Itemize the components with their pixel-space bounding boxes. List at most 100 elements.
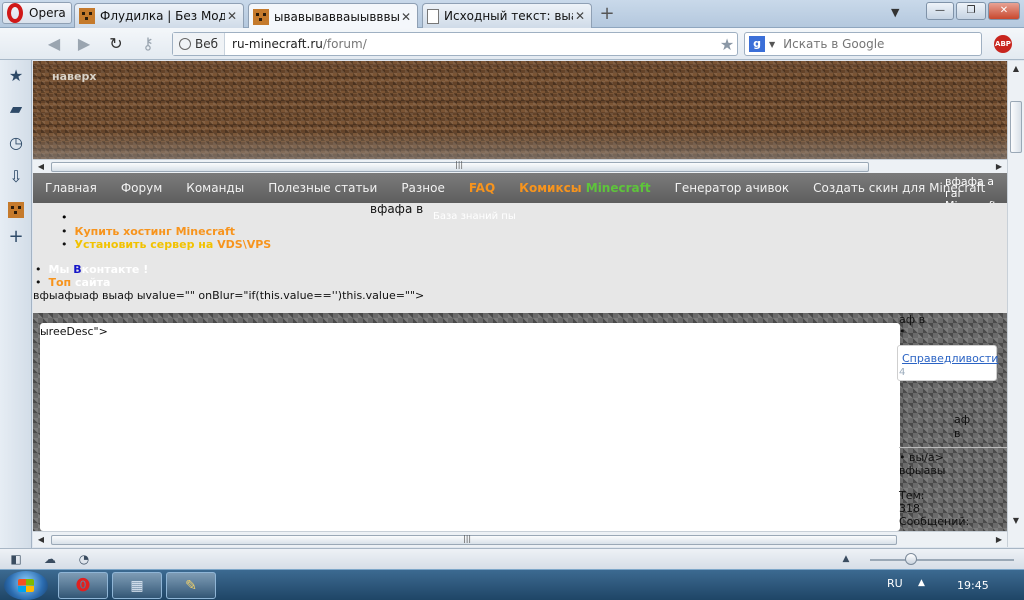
menu-item-articles[interactable]: Полезные статьи: [256, 181, 389, 195]
list-hosting[interactable]: Купить хостинг Minecraft: [61, 225, 235, 238]
creeper-panel-icon[interactable]: [8, 202, 24, 218]
add-panel-icon[interactable]: +: [7, 228, 25, 246]
right-col-text-b1: аф: [954, 413, 971, 426]
downloads-icon[interactable]: ⇩: [7, 168, 25, 186]
tab-title: Исходный текст: выав...: [444, 9, 573, 23]
turbo-gauge-icon[interactable]: ◔: [76, 552, 92, 566]
header-horizontal-scrollbar[interactable]: ◀ ||| ▶: [33, 159, 1007, 173]
page-icon: [427, 8, 439, 24]
menu-item-faq[interactable]: FAQ: [457, 181, 507, 195]
scroll-left-arrow-icon[interactable]: ◀: [35, 534, 47, 546]
dirt-header-banner: [33, 61, 1007, 159]
new-tab-button[interactable]: +: [598, 5, 616, 24]
history-clock-icon[interactable]: ◷: [7, 134, 25, 152]
windows-taskbar: ⓿ ▦ ✎ RU ▲ 19:45: [0, 569, 1024, 600]
navigation-bar: ◀ ▶ ↻ ⚷ Веб ru-minecraft.ru/forum/ ★ g ▼…: [0, 28, 1024, 60]
tab-title: ывавывавваыывввы: [274, 9, 399, 24]
tab-menu-chevron-down-icon[interactable]: ▼: [891, 6, 899, 19]
search-input[interactable]: [783, 37, 964, 51]
address-scope-badge[interactable]: Веб: [173, 33, 226, 55]
vertical-scroll-thumb[interactable]: [1010, 101, 1022, 153]
google-icon[interactable]: g: [749, 36, 765, 52]
tab-close-icon[interactable]: ✕: [399, 10, 413, 24]
url-text[interactable]: ru-minecraft.ru/forum/: [225, 37, 717, 51]
right-col-digit: 4: [899, 367, 906, 378]
notes-icon[interactable]: ▰: [7, 100, 25, 118]
tab-source[interactable]: Исходный текст: выав... ✕: [422, 3, 592, 28]
maximize-button[interactable]: ❐: [956, 2, 986, 20]
empty-bullet: •: [61, 211, 68, 224]
side-panel: ★ ▰ ◷ ⇩ +: [0, 60, 32, 548]
close-window-button[interactable]: ✕: [988, 2, 1020, 20]
opera-menu-label: Opera: [29, 6, 66, 20]
menu-item-commands[interactable]: Команды: [174, 181, 256, 195]
page-vertical-scrollbar[interactable]: ▲ ▼: [1007, 61, 1024, 547]
creeper-icon: [79, 8, 95, 24]
page-horizontal-scrollbar[interactable]: ◀ ||| ▶: [33, 531, 1007, 547]
menu-item-home[interactable]: Главная: [33, 181, 109, 195]
opera-menu-button[interactable]: Opera: [2, 2, 72, 24]
start-button[interactable]: [4, 571, 48, 600]
zoom-toggle-icon[interactable]: ▲: [838, 552, 854, 566]
vk-label-3: контакте !: [81, 263, 149, 276]
menu-item-forum[interactable]: Форум: [109, 181, 174, 195]
list-top[interactable]: Топ сайта: [35, 276, 111, 289]
broken-markup-text-2: ыreeDesc">: [40, 325, 108, 338]
scroll-grip: |||: [455, 160, 464, 169]
menu-item-misc[interactable]: Разное: [389, 181, 457, 195]
broken-markup-text: вфыафыаф выаф ыvalue="" onBlur="if(this.…: [33, 289, 425, 302]
back-arrow-icon[interactable]: ◀: [44, 34, 64, 54]
address-field[interactable]: Веб ru-minecraft.ru/forum/ ★: [172, 32, 738, 56]
language-indicator[interactable]: RU: [887, 577, 903, 590]
url-path: /forum/: [322, 37, 367, 51]
taskbar-clock[interactable]: 19:45: [957, 579, 989, 592]
bookmark-star-icon[interactable]: ★: [717, 35, 737, 54]
reload-icon[interactable]: ↻: [106, 34, 126, 54]
server-vds-label: VDS\VPS: [217, 238, 272, 251]
search-engine-chevron-down-icon[interactable]: ▼: [769, 40, 775, 49]
taskbar-keyboard-button[interactable]: ▦: [112, 572, 162, 599]
justice-link[interactable]: Справедливости: [902, 352, 998, 365]
tab-close-icon[interactable]: ✕: [573, 9, 587, 23]
top-label-1: Топ: [48, 276, 72, 289]
tab-title: Флудилка | Без Модер...: [100, 9, 225, 23]
zoom-slider-track[interactable]: [870, 559, 1014, 561]
main-content-box: ыreeDesc">: [40, 323, 900, 531]
tab-active[interactable]: ывавывавваыывввы ✕: [248, 3, 418, 29]
tray-expand-icon[interactable]: ▲: [918, 578, 925, 588]
taskbar-opera-button[interactable]: ⓿: [58, 572, 108, 599]
list-server[interactable]: Установить сервер на VDS\VPS: [61, 238, 272, 251]
zoom-slider-knob[interactable]: [905, 553, 917, 565]
tab-fludilka[interactable]: Флудилка | Без Модер... ✕: [74, 3, 244, 28]
scroll-right-arrow-icon[interactable]: ▶: [993, 161, 1005, 173]
taskbar-app-button[interactable]: ✎: [166, 572, 216, 599]
menu-item-achievements[interactable]: Генератор ачивок: [663, 181, 802, 195]
topics-label: Тем:: [899, 489, 925, 502]
adblock-plus-icon[interactable]: ABP: [994, 35, 1012, 53]
tab-close-icon[interactable]: ✕: [225, 9, 239, 23]
panel-toggle-icon[interactable]: ◧: [8, 552, 24, 566]
scroll-grip: |||: [463, 534, 472, 543]
scroll-right-arrow-icon[interactable]: ▶: [993, 534, 1005, 546]
opera-icon: ⓿: [76, 578, 90, 594]
right-col-bullet: •: [899, 325, 906, 338]
minimize-button[interactable]: —: [926, 2, 954, 20]
menu-item-comics[interactable]: Комиксы Minecraft: [507, 181, 662, 195]
right-col-text-c1: вы/а>: [909, 451, 944, 464]
comics-minecraft-label: Minecraft: [585, 181, 651, 195]
opera-logo-icon: [7, 3, 23, 23]
right-col-text-b2: в: [954, 427, 961, 440]
forward-arrow-icon[interactable]: ▶: [74, 34, 94, 54]
bookmarks-star-icon[interactable]: ★: [7, 67, 25, 85]
scroll-thumb[interactable]: [51, 535, 897, 545]
right-col-bullet-2: •: [899, 451, 906, 464]
scroll-down-arrow-icon[interactable]: ▼: [1010, 515, 1022, 527]
scroll-up-arrow-icon[interactable]: ▲: [1010, 63, 1022, 75]
top-link[interactable]: наверх: [52, 70, 96, 83]
key-icon[interactable]: ⚷: [138, 34, 158, 54]
search-box[interactable]: g ▼: [744, 32, 982, 56]
scroll-left-arrow-icon[interactable]: ◀: [35, 161, 47, 173]
server-label: Установить сервер на: [74, 238, 214, 251]
opera-unite-cloud-icon[interactable]: ☁: [42, 552, 58, 566]
list-vk[interactable]: Мы Вконтакте !: [35, 263, 149, 276]
